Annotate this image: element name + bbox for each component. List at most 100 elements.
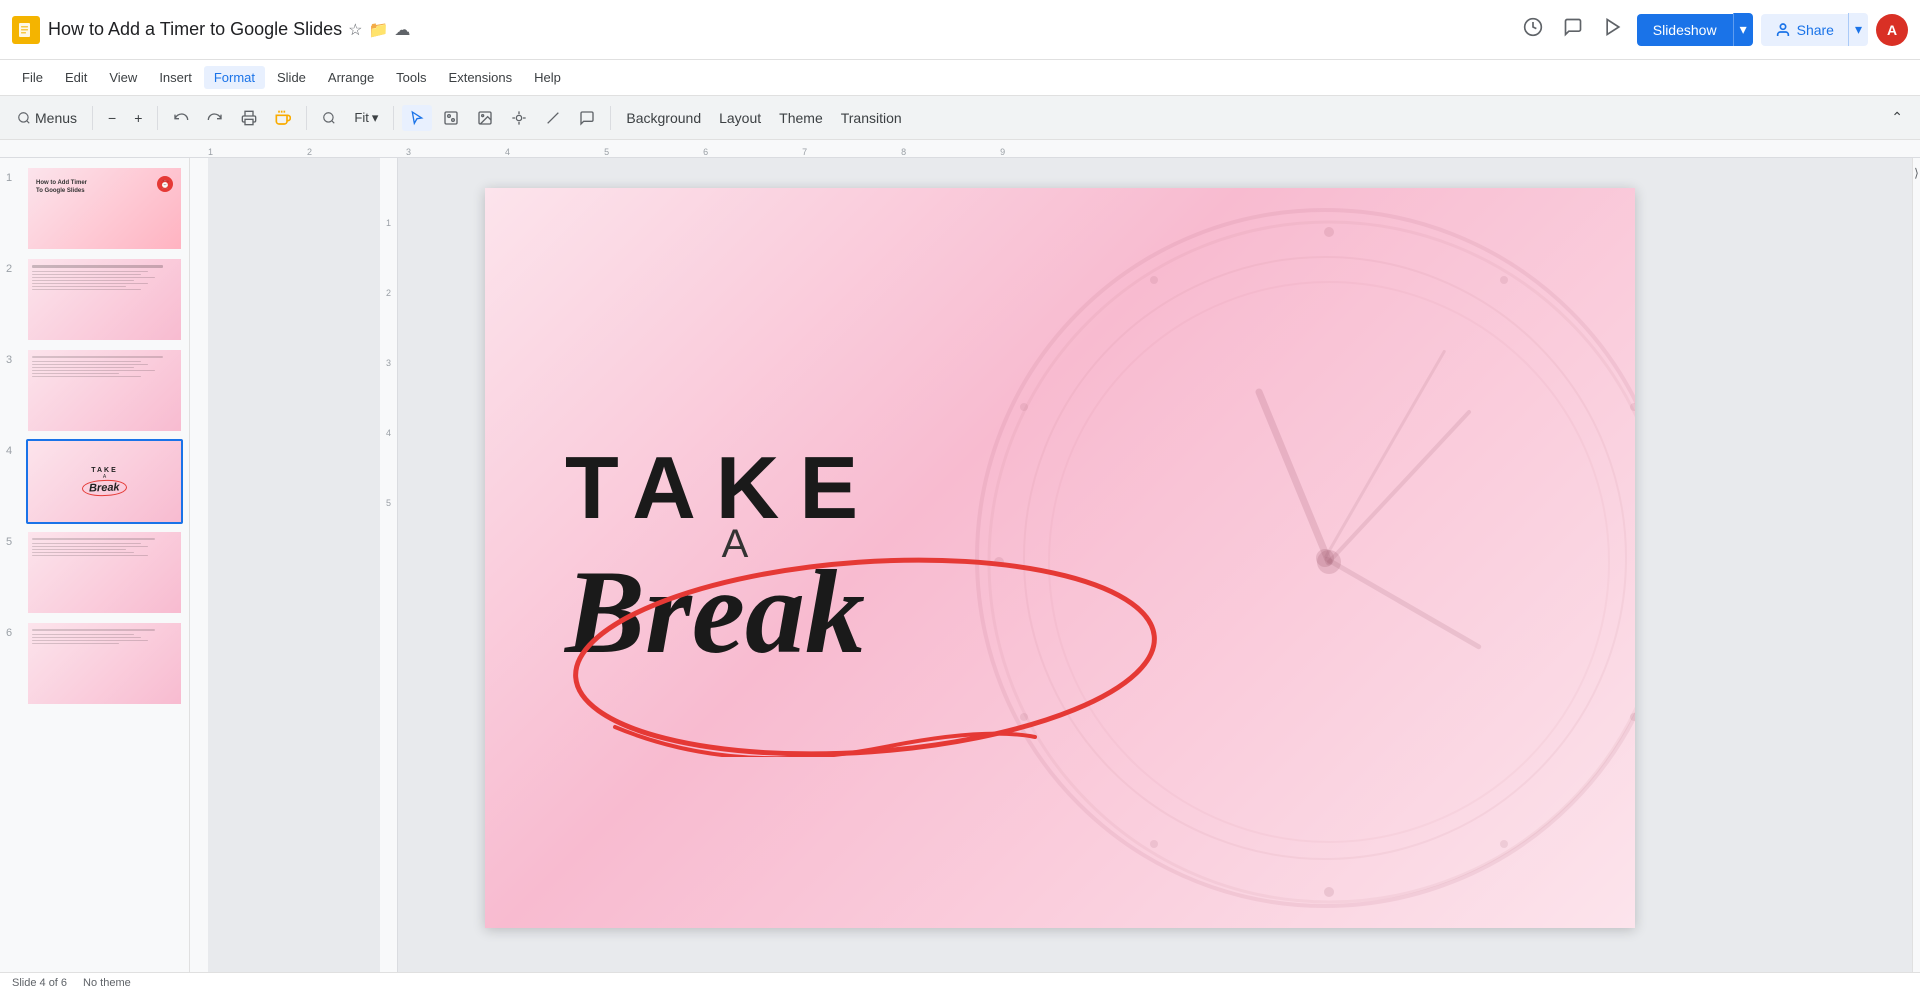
slide-thumb-5[interactable] <box>26 530 183 615</box>
menu-bar: File Edit View Insert Format Slide Arran… <box>0 60 1920 96</box>
ruler-left-5: 5 <box>386 498 391 508</box>
background-button[interactable]: Background <box>619 105 708 131</box>
zoom-level-label: Fit <box>354 110 368 125</box>
ruler-top: 1 2 3 4 5 6 7 8 9 <box>0 140 1920 158</box>
menu-help[interactable]: Help <box>524 66 571 89</box>
menu-extensions[interactable]: Extensions <box>439 66 523 89</box>
menu-format[interactable]: Format <box>204 66 265 89</box>
slide-1-thumb-title: How to Add TimerTo Google Slides <box>36 180 87 196</box>
print-button[interactable] <box>234 105 264 131</box>
slide-thumb-6[interactable] <box>26 621 183 706</box>
zoom-in-button[interactable]: + <box>127 105 149 131</box>
ruler-left-2: 2 <box>386 288 391 298</box>
toolbar-separator-4 <box>393 106 394 130</box>
ruler-mark-5: 5 <box>604 147 609 157</box>
toolbar-separator-3 <box>306 106 307 130</box>
select-tool-button[interactable] <box>402 105 432 131</box>
slide-item-1[interactable]: 1 How to Add TimerTo Google Slides ⏰ <box>6 166 183 251</box>
slide-2-content <box>32 263 177 292</box>
menu-edit[interactable]: Edit <box>55 66 97 89</box>
toolbar-separator-2 <box>157 106 158 130</box>
top-bar: How to Add a Timer to Google Slides ☆ 📁 … <box>0 0 1920 60</box>
bottom-bar: Slide 4 of 6 No theme <box>0 972 1920 992</box>
ruler-mark-3: 3 <box>406 147 411 157</box>
ruler-left-4: 4 <box>386 428 391 438</box>
ruler-mark-6: 6 <box>703 147 708 157</box>
menu-tools[interactable]: Tools <box>386 66 436 89</box>
slide-thumb-1[interactable]: How to Add TimerTo Google Slides ⏰ <box>26 166 183 251</box>
zoom-level-button[interactable]: Fit ▾ <box>347 106 385 130</box>
search-menus-button[interactable]: Menus <box>10 105 84 131</box>
transition-button[interactable]: Transition <box>834 105 909 131</box>
slide-4-break: Break <box>82 479 127 497</box>
doc-title: How to Add a Timer to Google Slides <box>48 19 342 40</box>
share-button[interactable]: Share <box>1761 14 1848 46</box>
avatar[interactable]: A <box>1876 14 1908 46</box>
title-area: How to Add a Timer to Google Slides ☆ 📁 … <box>48 19 410 40</box>
slide-1-thumb-clock: ⏰ <box>157 176 173 192</box>
zoom-out-button[interactable]: − <box>101 105 123 131</box>
cloud-icon[interactable]: ☁ <box>394 20 410 40</box>
slide-5-content <box>32 536 177 558</box>
menu-view[interactable]: View <box>99 66 147 89</box>
slide-number-6: 6 <box>6 621 20 639</box>
slide-thumb-4[interactable]: TAKE A Break <box>26 439 183 524</box>
slide-item-6[interactable]: 6 <box>6 621 183 706</box>
toolbar-separator-1 <box>92 106 93 130</box>
comment-button[interactable] <box>1557 11 1589 48</box>
frame-select-button[interactable] <box>436 105 466 131</box>
right-panel: ⟩ <box>1912 158 1920 972</box>
collapse-toolbar-button[interactable]: ⌃ <box>1884 104 1910 131</box>
slide-main-content: TAKE A Break <box>485 188 1635 928</box>
slide-number-1: 1 <box>6 166 20 184</box>
redo-button[interactable] <box>200 105 230 131</box>
menu-insert[interactable]: Insert <box>149 66 202 89</box>
slide-6-content <box>32 627 177 646</box>
slideshow-dropdown-button[interactable]: ▾ <box>1733 13 1753 46</box>
slide-canvas[interactable]: TAKE A Break <box>485 188 1635 928</box>
break-oval-svg <box>535 537 1335 757</box>
ruler-left-1: 1 <box>386 218 391 228</box>
menu-arrange[interactable]: Arrange <box>318 66 384 89</box>
menu-slide[interactable]: Slide <box>267 66 316 89</box>
present-dropdown-button[interactable] <box>1597 11 1629 48</box>
slide-4-content: TAKE A Break <box>28 441 181 522</box>
slide-4-take: TAKE <box>91 467 118 474</box>
slide-item-2[interactable]: 2 <box>6 257 183 342</box>
ruler-mark-2: 2 <box>307 147 312 157</box>
slide-number-5: 5 <box>6 530 20 548</box>
shapes-button[interactable] <box>504 105 534 131</box>
slideshow-button[interactable]: Slideshow <box>1637 14 1733 46</box>
share-dropdown-button[interactable]: ▾ <box>1848 13 1868 46</box>
undo-button[interactable] <box>166 105 196 131</box>
zoom-dropdown-icon: ▾ <box>372 110 379 126</box>
slide-thumb-3[interactable] <box>26 348 183 433</box>
slide-item-4[interactable]: 4 TAKE A Break <box>6 439 183 524</box>
slide-number-4: 4 <box>6 439 20 457</box>
image-button[interactable] <box>470 105 500 131</box>
slide-thumb-2[interactable] <box>26 257 183 342</box>
comment-tool-button[interactable] <box>572 105 602 131</box>
ruler-mark-8: 8 <box>901 147 906 157</box>
paint-format-button[interactable] <box>268 105 298 131</box>
line-tool-button[interactable] <box>538 105 568 131</box>
theme-label-bottom: No theme <box>83 977 131 989</box>
zoom-button[interactable] <box>315 106 343 130</box>
take-text: TAKE <box>565 444 878 532</box>
ruler-mark-7: 7 <box>802 147 807 157</box>
star-icon[interactable]: ☆ <box>348 20 362 40</box>
slides-panel: 1 How to Add TimerTo Google Slides ⏰ 2 <box>0 158 190 972</box>
slide-item-3[interactable]: 3 <box>6 348 183 433</box>
menu-file[interactable]: File <box>12 66 53 89</box>
slide-item-5[interactable]: 5 <box>6 530 183 615</box>
history-button[interactable] <box>1517 11 1549 48</box>
canvas-area: TAKE A Break <box>208 158 1912 972</box>
toolbar-separator-5 <box>610 106 611 130</box>
layout-button[interactable]: Layout <box>712 105 768 131</box>
doc-icon <box>12 16 40 44</box>
right-controls: Slideshow ▾ Share ▾ A <box>1517 11 1908 48</box>
ruler-left-3: 3 <box>386 358 391 368</box>
folder-icon[interactable]: 📁 <box>369 20 389 40</box>
theme-button[interactable]: Theme <box>772 105 830 131</box>
left-ruler: 1 2 3 4 5 <box>380 158 398 972</box>
